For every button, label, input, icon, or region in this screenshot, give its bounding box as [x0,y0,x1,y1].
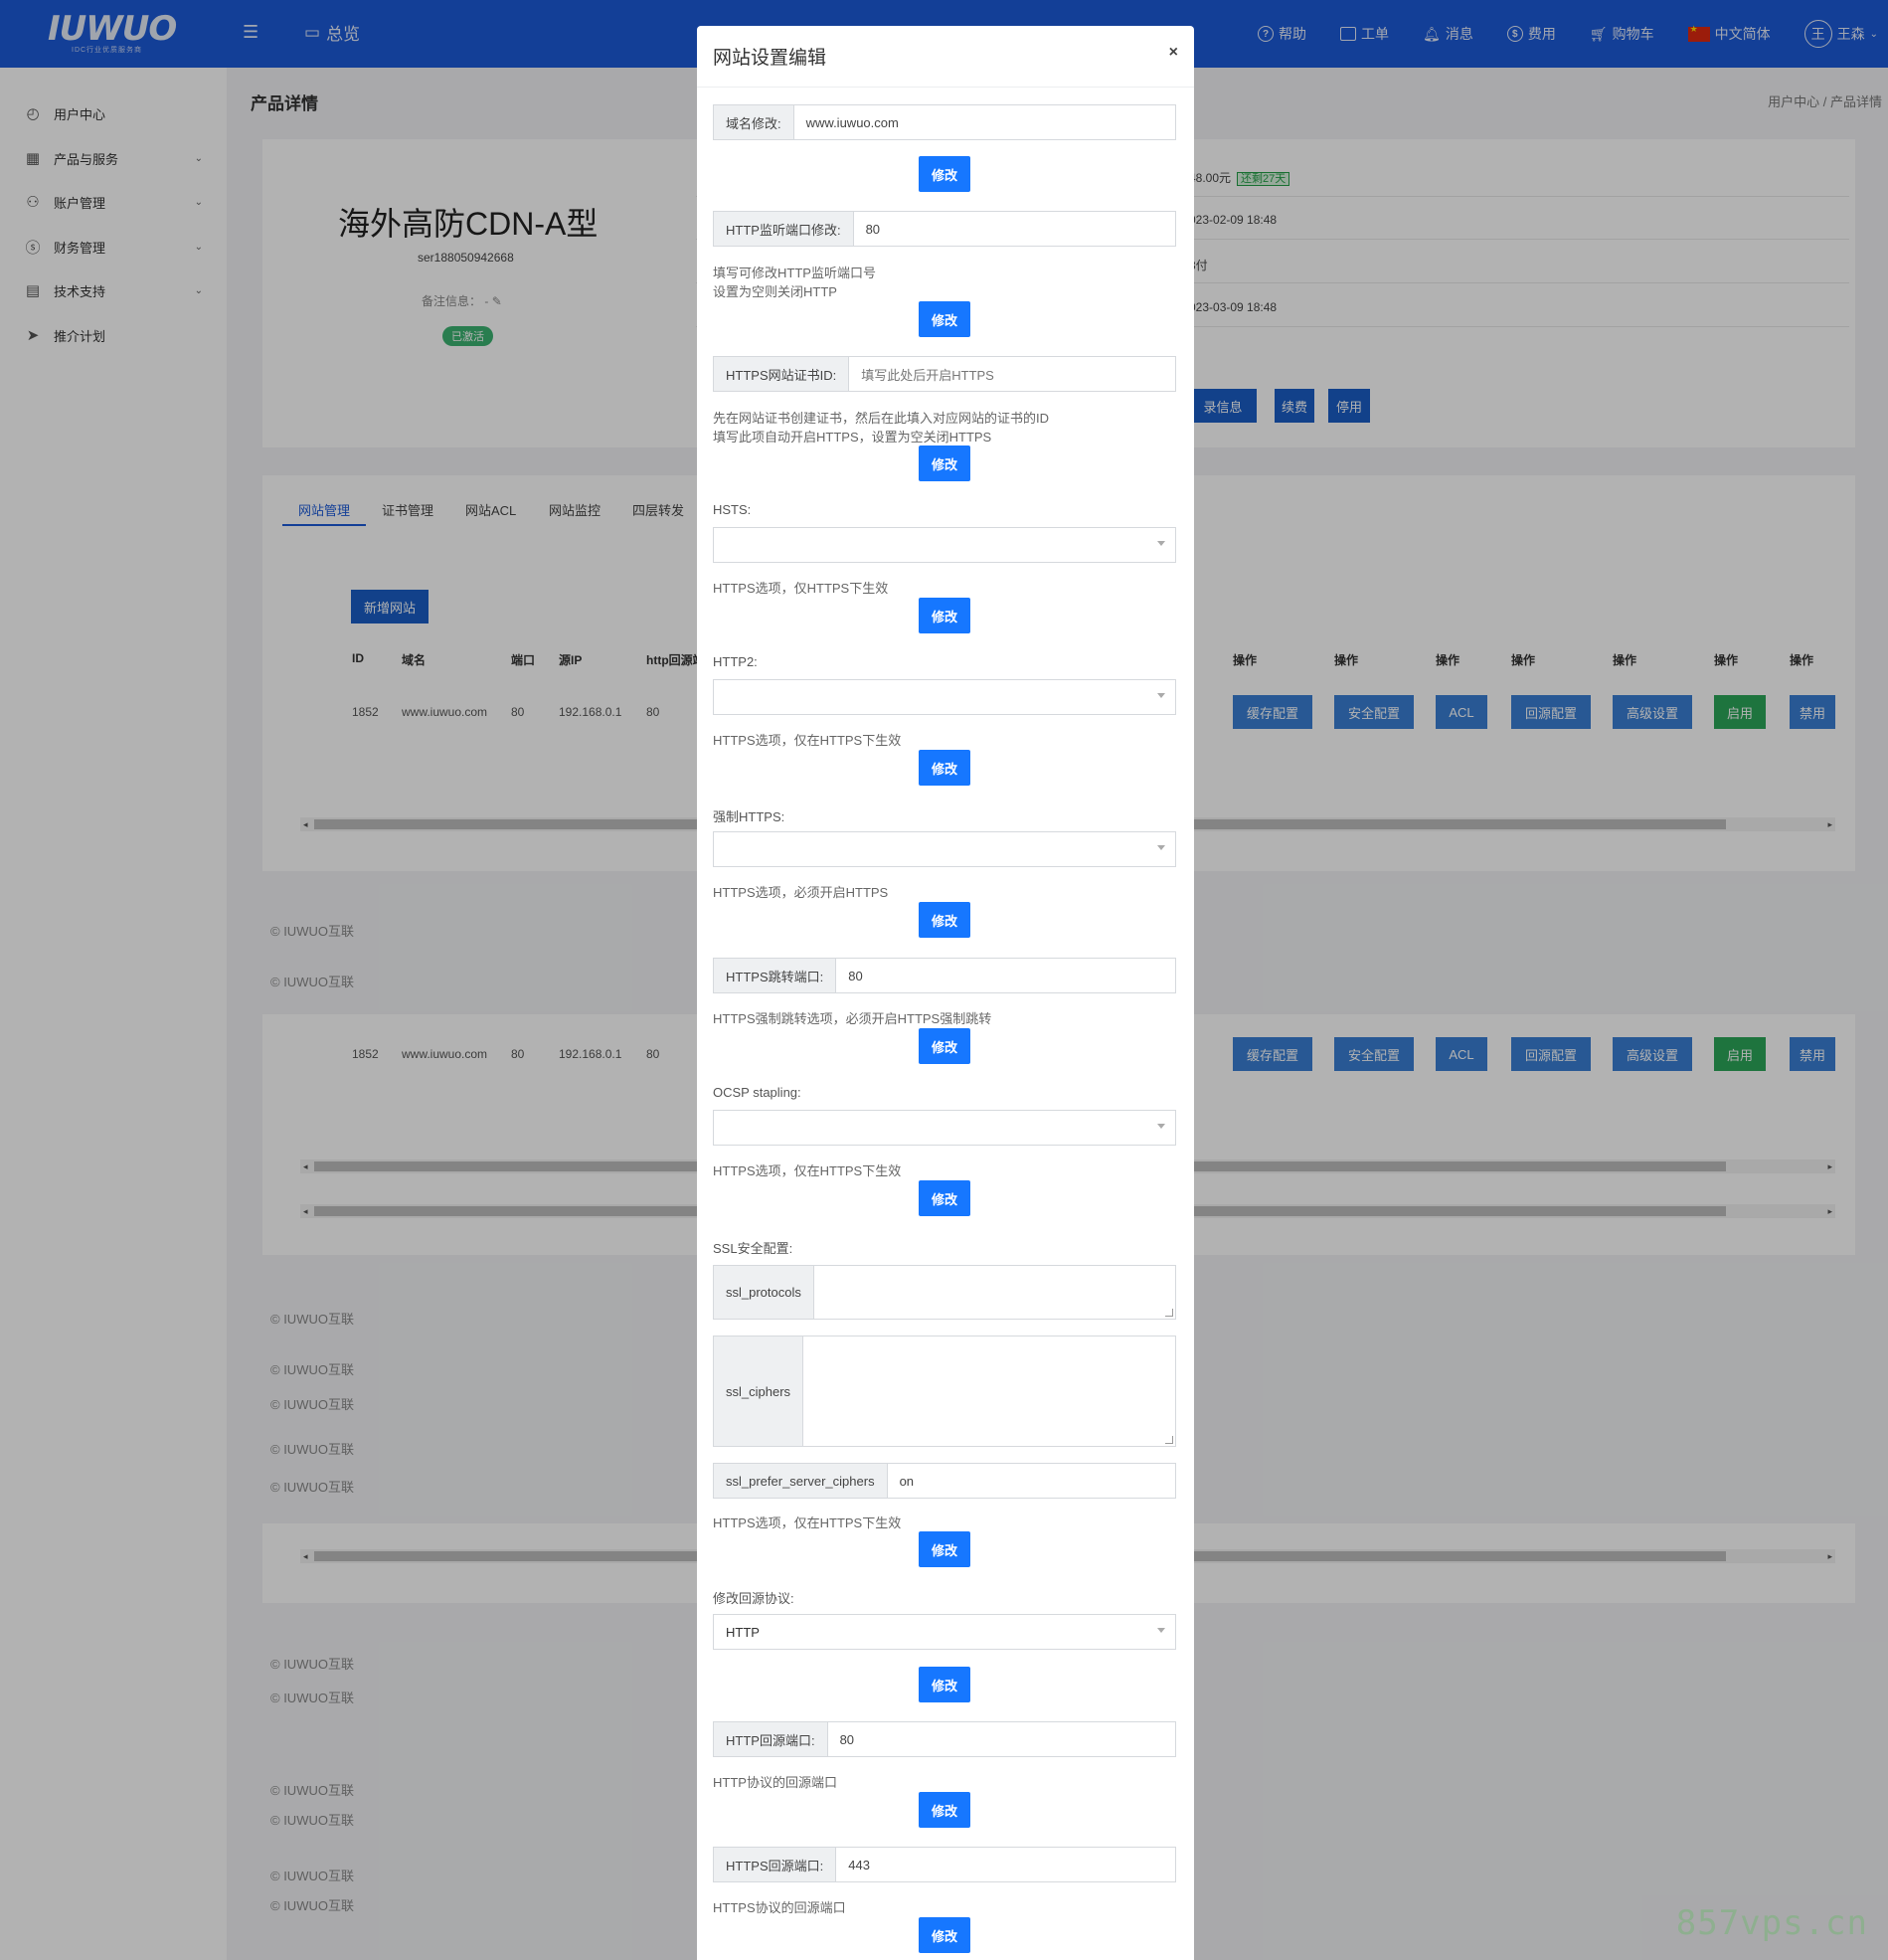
origin-protocol-label: 修改回源协议: [713,1591,794,1606]
domain-input[interactable]: www.iuwuo.com [794,105,1175,139]
http2-select[interactable] [713,679,1176,715]
ssl-config-label: SSL安全配置: [713,1241,793,1256]
hsts-help: HTTPS选项，仅HTTPS下生效 [713,581,889,596]
ssl-protocols-textarea[interactable] [814,1266,1175,1319]
https-origin-help: HTTPS协议的回源端口 [713,1900,846,1915]
http-port-help: 填写可修改HTTP监听端口号 设置为空则关闭HTTP [713,266,876,299]
ocsp-help: HTTPS选项，仅在HTTPS下生效 [713,1163,902,1178]
cert-id-input[interactable]: 填写此处后开启HTTPS [849,357,1175,391]
cert-id-field: HTTPS网站证书ID: 填写此处后开启HTTPS [713,356,1176,392]
ssl-prefer-field: ssl_prefer_server_ciphers on [713,1463,1176,1499]
ocsp-label: OCSP stapling: [713,1085,801,1100]
origin-protocol-select[interactable]: HTTP [713,1614,1176,1650]
http-port-field: HTTP监听端口修改: 80 [713,211,1176,247]
submit-http-port-button[interactable]: 修改 [919,301,970,337]
watermark: 857vps.cn [1675,1903,1868,1943]
submit-origin-protocol-button[interactable]: 修改 [919,1667,970,1702]
https-jump-port-input[interactable]: 80 [836,959,1175,992]
force-https-select[interactable] [713,831,1176,867]
modal-title: 网站设置编辑 [713,48,827,69]
https-origin-port-input[interactable]: 443 [836,1848,1175,1881]
http-port-input[interactable]: 80 [854,212,1175,246]
submit-jump-port-button[interactable]: 修改 [919,1028,970,1064]
submit-https-origin-button[interactable]: 修改 [919,1917,970,1953]
chevron-down-icon [1157,693,1165,698]
chevron-down-icon [1157,845,1165,850]
http2-label: HTTP2: [713,654,758,669]
ssl-protocols-field: ssl_protocols [713,1265,1176,1320]
submit-hsts-button[interactable]: 修改 [919,598,970,633]
http2-help: HTTPS选项，仅在HTTPS下生效 [713,733,902,748]
submit-http2-button[interactable]: 修改 [919,750,970,786]
submit-cert-button[interactable]: 修改 [919,445,970,481]
chevron-down-icon [1157,1628,1165,1633]
http-origin-port-field: HTTP回源端口: 80 [713,1721,1176,1757]
https-jump-port-field: HTTPS跳转端口: 80 [713,958,1176,993]
https-origin-port-field: HTTPS回源端口: 443 [713,1847,1176,1882]
ocsp-select[interactable] [713,1110,1176,1146]
ssl-help: HTTPS选项，仅在HTTPS下生效 [713,1515,902,1530]
close-icon[interactable]: × [1169,44,1178,62]
domain-field: 域名修改: www.iuwuo.com [713,104,1176,140]
chevron-down-icon [1157,541,1165,546]
ssl-ciphers-field: ssl_ciphers [713,1336,1176,1447]
http-origin-help: HTTP协议的回源端口 [713,1775,837,1790]
force-https-help: HTTPS选项，必须开启HTTPS [713,885,889,900]
submit-ssl-button[interactable]: 修改 [919,1531,970,1567]
https-jump-help: HTTPS强制跳转选项，必须开启HTTPS强制跳转 [713,1011,992,1026]
submit-ocsp-button[interactable]: 修改 [919,1180,970,1216]
force-https-label: 强制HTTPS: [713,809,785,824]
http-origin-port-input[interactable]: 80 [828,1722,1175,1756]
submit-domain-button[interactable]: 修改 [919,156,970,192]
cert-help: 先在网站证书创建证书，然后在此填入对应网站的证书的ID 填写此项自动开启HTTP… [713,411,1050,445]
modal-header: 网站设置编辑 [697,26,1194,88]
submit-force-https-button[interactable]: 修改 [919,902,970,938]
ssl-prefer-input[interactable]: on [888,1464,1175,1498]
hsts-label: HSTS: [713,502,752,517]
site-settings-modal: 网站设置编辑 × 域名修改: www.iuwuo.com 修改 HTTP监听端口… [697,26,1194,1960]
chevron-down-icon [1157,1124,1165,1129]
ssl-ciphers-textarea[interactable] [803,1336,1175,1446]
submit-http-origin-button[interactable]: 修改 [919,1792,970,1828]
hsts-select[interactable] [713,527,1176,563]
